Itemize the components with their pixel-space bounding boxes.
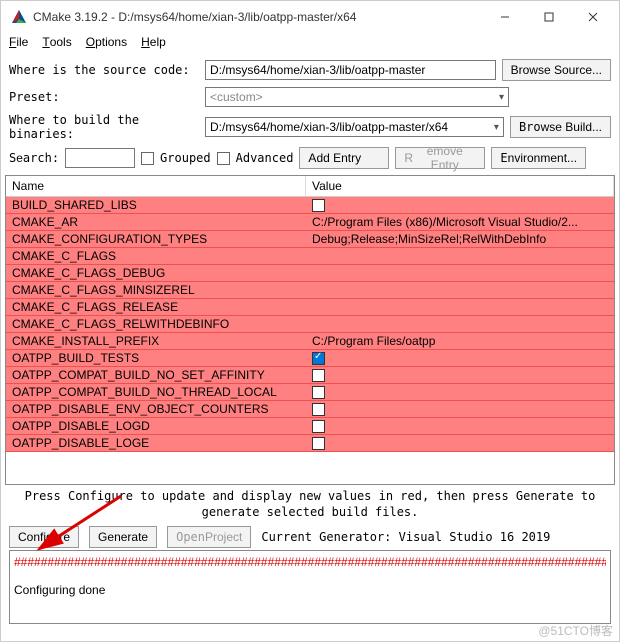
- search-label: Search:: [9, 151, 59, 165]
- log-status: Configuring done: [14, 583, 606, 597]
- table-body[interactable]: BUILD_SHARED_LIBSCMAKE_ARC:/Program File…: [6, 197, 614, 483]
- table-row[interactable]: OATPP_COMPAT_BUILD_NO_SET_AFFINITY: [6, 367, 614, 384]
- cache-name: CMAKE_CONFIGURATION_TYPES: [6, 231, 306, 247]
- cache-value[interactable]: [306, 435, 614, 451]
- preset-label: Preset:: [9, 90, 199, 104]
- cache-name: CMAKE_INSTALL_PREFIX: [6, 333, 306, 349]
- value-checkbox[interactable]: [312, 386, 325, 399]
- col-name[interactable]: Name: [6, 176, 306, 196]
- log-output[interactable]: ########################################…: [9, 550, 611, 624]
- cmake-icon: [11, 9, 27, 25]
- menu-options[interactable]: Options: [86, 35, 127, 49]
- table-row[interactable]: OATPP_BUILD_TESTS: [6, 350, 614, 367]
- value-checkbox[interactable]: [312, 199, 325, 212]
- cache-value[interactable]: [306, 316, 614, 332]
- grouped-checkbox[interactable]: [141, 152, 154, 165]
- configure-button[interactable]: Configure: [9, 526, 79, 548]
- table-row[interactable]: OATPP_DISABLE_LOGE: [6, 435, 614, 452]
- browse-source-button[interactable]: Browse Source...: [502, 59, 611, 81]
- cache-value[interactable]: [306, 248, 614, 264]
- cache-value[interactable]: [306, 299, 614, 315]
- browse-build-button[interactable]: Browse Build...: [510, 116, 611, 138]
- cache-name: CMAKE_C_FLAGS_RELEASE: [6, 299, 306, 315]
- table-row[interactable]: CMAKE_ARC:/Program Files (x86)/Microsoft…: [6, 214, 614, 231]
- table-row[interactable]: CMAKE_C_FLAGS_RELEASE: [6, 299, 614, 316]
- col-value[interactable]: Value: [306, 176, 614, 196]
- titlebar: CMake 3.19.2 - D:/msys64/home/xian-3/lib…: [1, 1, 619, 33]
- cache-table: Name Value BUILD_SHARED_LIBSCMAKE_ARC:/P…: [5, 175, 615, 485]
- advanced-checkbox[interactable]: [217, 152, 230, 165]
- menu-file[interactable]: File: [9, 35, 28, 49]
- table-row[interactable]: CMAKE_C_FLAGS_DEBUG: [6, 265, 614, 282]
- minimize-button[interactable]: [483, 3, 527, 31]
- table-row[interactable]: OATPP_DISABLE_LOGD: [6, 418, 614, 435]
- table-row[interactable]: CMAKE_CONFIGURATION_TYPESDebug;Release;M…: [6, 231, 614, 248]
- cache-name: CMAKE_C_FLAGS_MINSIZEREL: [6, 282, 306, 298]
- cache-name: OATPP_COMPAT_BUILD_NO_THREAD_LOCAL: [6, 384, 306, 400]
- open-project-button: Open Project: [167, 526, 251, 548]
- chevron-down-icon: ▾: [494, 122, 499, 133]
- cache-name: CMAKE_C_FLAGS: [6, 248, 306, 264]
- source-label: Where is the source code:: [9, 63, 199, 77]
- menubar: File Tools Options Help: [1, 33, 619, 53]
- advanced-label: Advanced: [236, 151, 294, 165]
- binaries-combo[interactable]: D:/msys64/home/xian-3/lib/oatpp-master/x…: [205, 117, 504, 137]
- cache-value[interactable]: [306, 197, 614, 213]
- grouped-label: Grouped: [160, 151, 211, 165]
- cache-value[interactable]: [306, 350, 614, 366]
- value-checkbox[interactable]: [312, 420, 325, 433]
- log-hashline: ########################################…: [14, 555, 606, 569]
- table-row[interactable]: CMAKE_C_FLAGS_MINSIZEREL: [6, 282, 614, 299]
- maximize-button[interactable]: [527, 3, 571, 31]
- table-row[interactable]: CMAKE_C_FLAGS: [6, 248, 614, 265]
- cache-name: OATPP_DISABLE_ENV_OBJECT_COUNTERS: [6, 401, 306, 417]
- value-checkbox[interactable]: [312, 352, 325, 365]
- table-row[interactable]: OATPP_DISABLE_ENV_OBJECT_COUNTERS: [6, 401, 614, 418]
- table-row[interactable]: CMAKE_C_FLAGS_RELWITHDEBINFO: [6, 316, 614, 333]
- remove-entry-button: Remove Entry: [395, 147, 485, 169]
- cache-name: OATPP_DISABLE_LOGD: [6, 418, 306, 434]
- generate-button[interactable]: Generate: [89, 526, 157, 548]
- watermark: @51CTO博客: [538, 622, 613, 639]
- value-checkbox[interactable]: [312, 403, 325, 416]
- cache-value[interactable]: C:/Program Files (x86)/Microsoft Visual …: [306, 214, 614, 230]
- environment-button[interactable]: Environment...: [491, 147, 586, 169]
- value-checkbox[interactable]: [312, 437, 325, 450]
- cache-value[interactable]: [306, 418, 614, 434]
- binaries-label: Where to build the binaries:: [9, 113, 199, 141]
- cache-value[interactable]: Debug;Release;MinSizeRel;RelWithDebInfo: [306, 231, 614, 247]
- preset-combo[interactable]: <custom>▾: [205, 87, 509, 107]
- cache-name: CMAKE_C_FLAGS_DEBUG: [6, 265, 306, 281]
- cache-value[interactable]: [306, 401, 614, 417]
- add-entry-button[interactable]: Add Entry: [299, 147, 389, 169]
- hint-text: Press Configure to update and display ne…: [1, 485, 619, 524]
- cache-name: OATPP_BUILD_TESTS: [6, 350, 306, 366]
- cache-name: BUILD_SHARED_LIBS: [6, 197, 306, 213]
- table-row[interactable]: CMAKE_INSTALL_PREFIXC:/Program Files/oat…: [6, 333, 614, 350]
- cache-value[interactable]: [306, 367, 614, 383]
- chevron-down-icon: ▾: [499, 92, 504, 103]
- cache-name: CMAKE_AR: [6, 214, 306, 230]
- table-row[interactable]: BUILD_SHARED_LIBS: [6, 197, 614, 214]
- current-generator: Current Generator: Visual Studio 16 2019: [261, 530, 550, 544]
- value-checkbox[interactable]: [312, 369, 325, 382]
- table-row[interactable]: OATPP_COMPAT_BUILD_NO_THREAD_LOCAL: [6, 384, 614, 401]
- menu-help[interactable]: Help: [141, 35, 166, 49]
- menu-tools[interactable]: Tools: [42, 35, 71, 49]
- window-title: CMake 3.19.2 - D:/msys64/home/xian-3/lib…: [33, 10, 483, 24]
- source-input[interactable]: D:/msys64/home/xian-3/lib/oatpp-master: [205, 60, 496, 80]
- close-button[interactable]: [571, 3, 615, 31]
- cache-value[interactable]: [306, 384, 614, 400]
- cache-value[interactable]: [306, 265, 614, 281]
- cache-value[interactable]: C:/Program Files/oatpp: [306, 333, 614, 349]
- cache-value[interactable]: [306, 282, 614, 298]
- search-input[interactable]: [65, 148, 135, 168]
- cache-name: CMAKE_C_FLAGS_RELWITHDEBINFO: [6, 316, 306, 332]
- cache-name: OATPP_COMPAT_BUILD_NO_SET_AFFINITY: [6, 367, 306, 383]
- cache-name: OATPP_DISABLE_LOGE: [6, 435, 306, 451]
